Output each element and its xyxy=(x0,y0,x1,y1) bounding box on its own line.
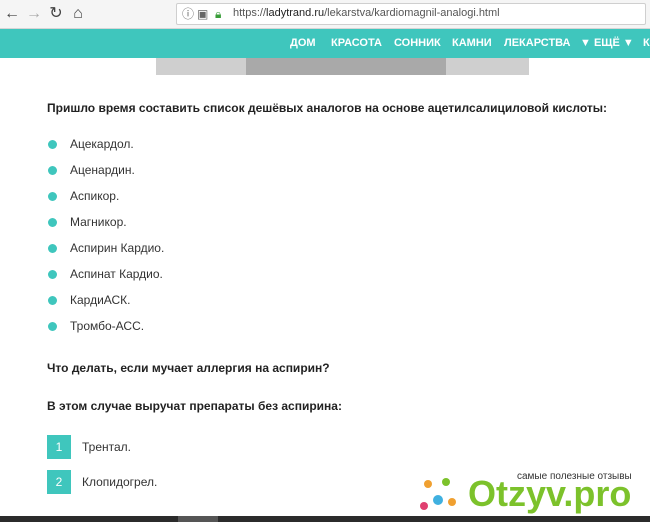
list-item: Тромбо-АСС. xyxy=(70,319,145,333)
list-bullet xyxy=(48,270,57,279)
forward-arrow-icon[interactable]: → xyxy=(24,4,44,24)
nav-item-more[interactable]: ▼ ЕЩЁ ▼ xyxy=(580,29,634,58)
list-item: Аценардин. xyxy=(70,163,135,177)
list-item: Трентал. xyxy=(82,440,132,454)
list-item: Ацекардол. xyxy=(70,137,134,151)
back-arrow-icon[interactable]: ← xyxy=(2,4,22,24)
site-nav: ДОМ КРАСОТА СОННИК КАМНИ ЛЕКАРСТВА ▼ ЕЩЁ… xyxy=(0,29,650,58)
home-icon[interactable]: ⌂ xyxy=(68,4,88,24)
os-taskbar xyxy=(0,516,650,522)
list-item: Аспинат Кардио. xyxy=(70,267,163,281)
list-bullet xyxy=(48,166,57,175)
tracking-shield-icon[interactable]: ▣ xyxy=(197,6,208,22)
nav-item-stones[interactable]: КАМНИ xyxy=(452,29,492,58)
nav-item-beauty[interactable]: КРАСОТА xyxy=(331,29,382,58)
nav-item-home[interactable]: ДОМ xyxy=(290,29,316,58)
url-host: ladytrand.ru xyxy=(266,7,325,19)
list-bullet xyxy=(48,322,57,331)
watermark-logo-text: Otzyv.pro xyxy=(468,473,632,514)
alternatives-heading: В этом случае выручат препараты без аспи… xyxy=(47,399,342,413)
list-item: Аспикор. xyxy=(70,189,120,203)
lock-icon[interactable]: 🔒︎ xyxy=(215,6,221,22)
url-scheme: https:// xyxy=(233,7,267,19)
info-icon[interactable]: ⓘ xyxy=(182,6,194,22)
nav-item-cut[interactable]: К xyxy=(643,29,650,58)
nav-item-dreambook[interactable]: СОННИК xyxy=(394,29,441,58)
list-bullet xyxy=(48,244,57,253)
browser-toolbar: ← → ↻ ⌂ ⓘ ▣ 🔒︎ https://ladytrand.ru/leka… xyxy=(0,0,650,29)
address-bar[interactable]: ⓘ ▣ 🔒︎ https://ladytrand.ru/lekarstva/ka… xyxy=(176,3,646,25)
list-item: Магникор. xyxy=(70,215,127,229)
list-number-badge: 1 xyxy=(47,435,71,459)
intro-heading: Пришло время составить список дешёвых ан… xyxy=(47,101,607,115)
reload-icon[interactable]: ↻ xyxy=(46,4,66,24)
allergy-heading: Что делать, если мучает аллергия на аспи… xyxy=(47,361,330,375)
list-bullet xyxy=(48,218,57,227)
url-text[interactable]: https://ladytrand.ru/lekarstva/kardiomag… xyxy=(233,7,500,19)
list-bullet xyxy=(48,140,57,149)
url-path: /lekarstva/kardiomagnil-analogi.html xyxy=(324,7,500,19)
list-item: Аспирин Кардио. xyxy=(70,241,165,255)
list-bullet xyxy=(48,192,57,201)
list-item: Клопидогрел. xyxy=(82,475,158,489)
list-number-badge: 2 xyxy=(47,470,71,494)
article-image xyxy=(156,58,529,75)
nav-item-medicines[interactable]: ЛЕКАРСТВА xyxy=(504,29,571,58)
list-bullet xyxy=(48,296,57,305)
list-item: КардиАСК. xyxy=(70,293,131,307)
